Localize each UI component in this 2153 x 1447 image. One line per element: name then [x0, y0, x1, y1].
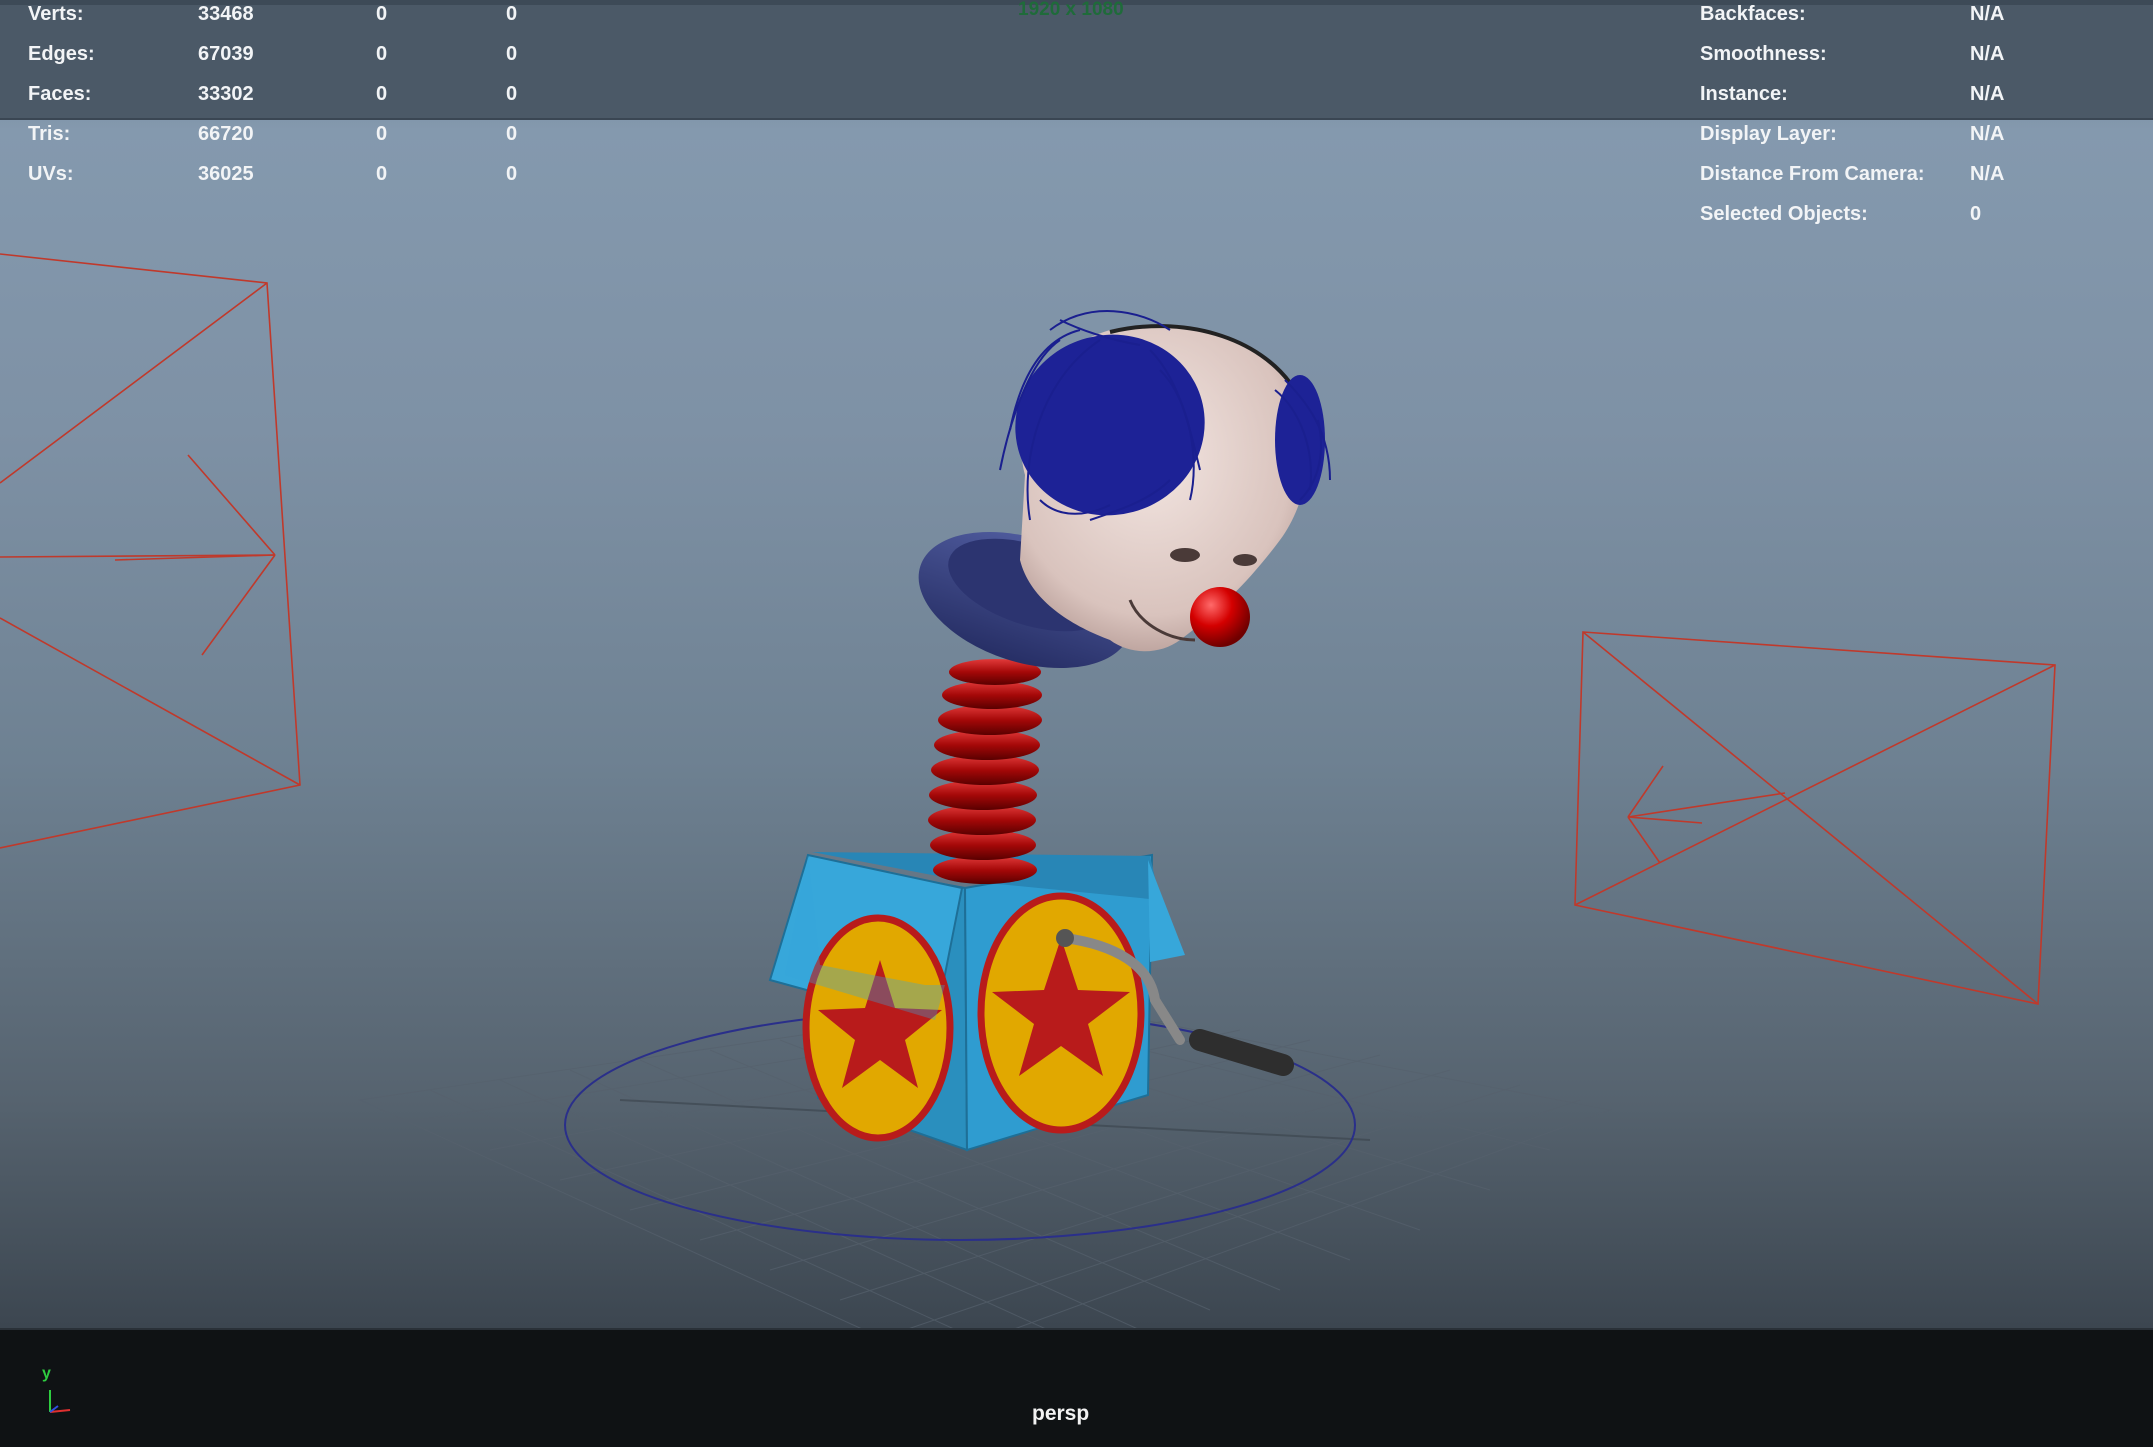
- hud-tris-sel1: 0: [376, 123, 388, 145]
- hud-uvs-label: UVs:: [28, 163, 74, 185]
- hud-selected-value: 0: [1970, 203, 1982, 225]
- hud-distance-label: Distance From Camera:: [1700, 163, 1925, 185]
- spring-coil: [928, 659, 1042, 884]
- hud-edges-label: Edges:: [28, 43, 95, 65]
- hud-uvs-sel1: 0: [376, 163, 388, 185]
- hud-edges-sel1: 0: [376, 43, 388, 65]
- hud-uvs-value: 36025: [198, 163, 254, 185]
- hud-verts-value: 33468: [198, 3, 254, 25]
- viewport-bottom-bar: [0, 1328, 2153, 1447]
- hud-tris-sel2: 0: [506, 123, 518, 145]
- axis-gizmo-icon: y: [42, 1365, 71, 1413]
- hud-faces-sel2: 0: [506, 83, 518, 105]
- hud-edges-value: 67039: [198, 43, 254, 65]
- box-right-flap: [1148, 860, 1185, 962]
- hud-smoothness-label: Smoothness:: [1700, 43, 1827, 65]
- hud-faces-sel1: 0: [376, 83, 388, 105]
- hud-selected-label: Selected Objects:: [1700, 203, 1868, 225]
- hud-verts-label: Verts:: [28, 3, 84, 25]
- hud-display-layer-label: Display Layer:: [1700, 123, 1837, 145]
- camera-name-label: persp: [1032, 1402, 1090, 1425]
- hud-tris-label: Tris:: [28, 123, 71, 145]
- hud-faces-value: 33302: [198, 83, 254, 105]
- scene-canvas[interactable]: [0, 0, 2153, 1328]
- hud-smoothness-value: N/A: [1970, 43, 2005, 65]
- hud-backfaces-label: Backfaces:: [1700, 3, 1806, 25]
- camera-right-icon[interactable]: [1574, 631, 2056, 1005]
- 3d-viewport[interactable]: Verts: 33468 0 0 Edges: 67039 0 0 Faces:…: [0, 0, 2153, 1328]
- camera-left-icon[interactable]: [0, 253, 301, 849]
- hud-instance-label: Instance:: [1700, 83, 1788, 105]
- resolution-gate-label: 1920 x 1080: [1018, 0, 1124, 20]
- hud-uvs-sel2: 0: [506, 163, 518, 185]
- eye-left: [1170, 548, 1200, 562]
- crank-grip[interactable]: [1189, 1029, 1294, 1076]
- hud-verts-sel1: 0: [376, 3, 388, 25]
- hud-faces-label: Faces:: [28, 83, 92, 105]
- hud-edges-sel2: 0: [506, 43, 518, 65]
- eye-right: [1233, 554, 1257, 566]
- hud-backfaces-value: N/A: [1970, 3, 2005, 25]
- jack-in-the-box-model[interactable]: [768, 310, 1331, 1152]
- clown-nose: [1190, 587, 1250, 647]
- axis-y-label: y: [42, 1365, 51, 1382]
- hud-tris-value: 66720: [198, 123, 254, 145]
- hud-distance-value: N/A: [1970, 163, 2005, 185]
- hud-instance-value: N/A: [1970, 83, 2005, 105]
- hud-display-layer-value: N/A: [1970, 123, 2005, 145]
- hud-verts-sel2: 0: [506, 3, 518, 25]
